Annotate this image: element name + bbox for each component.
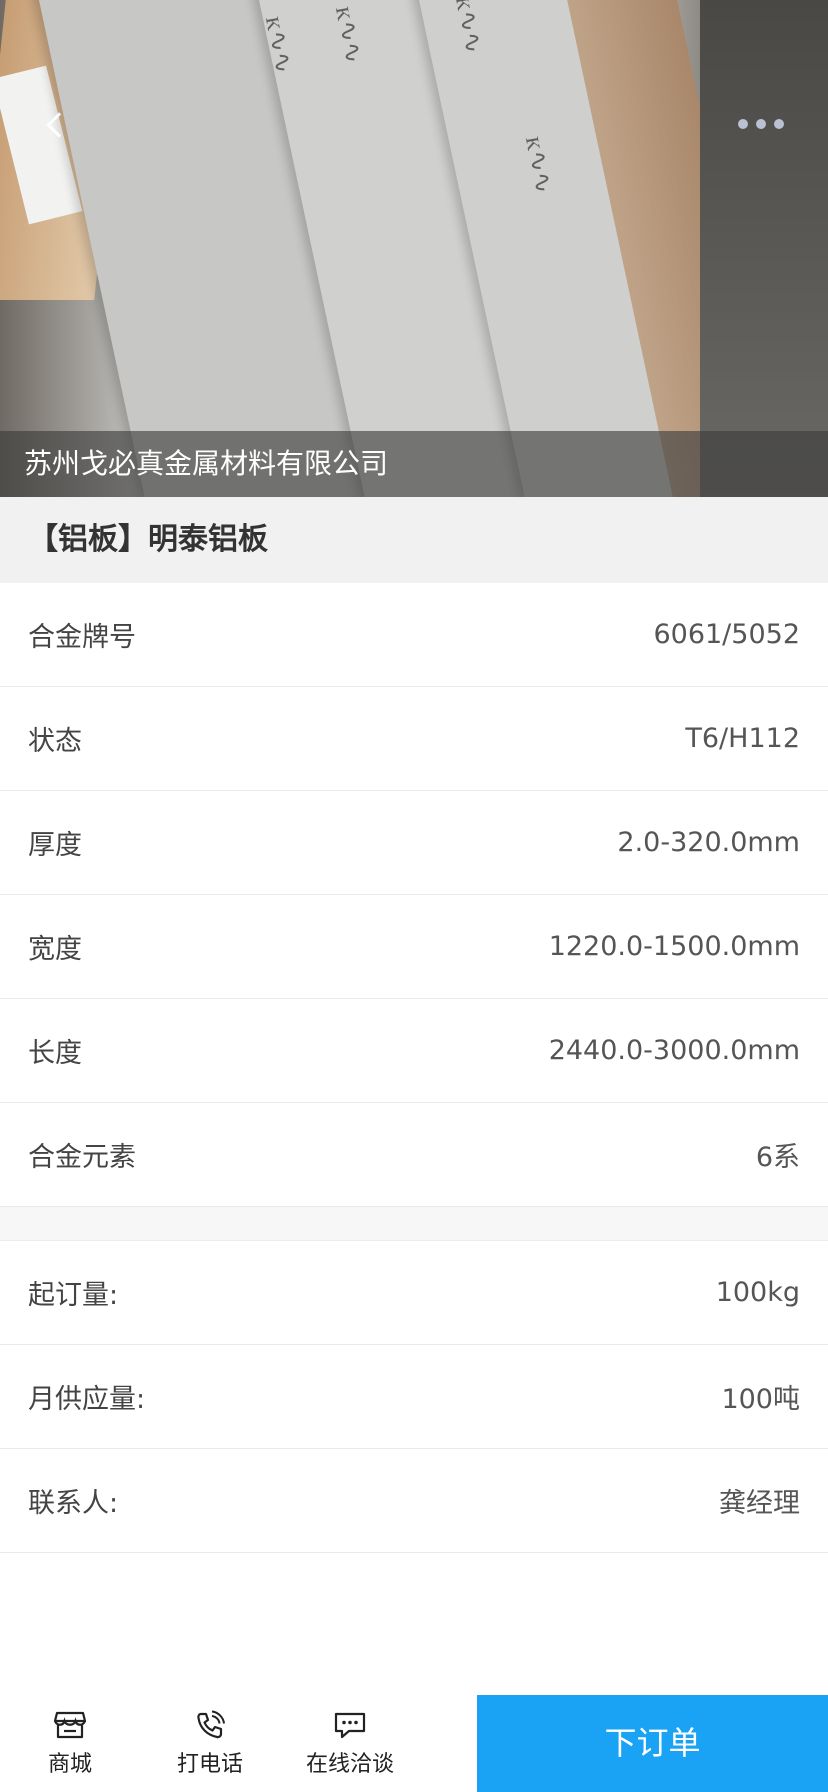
spec-label: 宽度 [28, 934, 82, 965]
bottom-action-bar: 商城 打电话 在线洽谈 下订单 [0, 1695, 828, 1792]
supply-row-min-order: 起订量: 100kg [0, 1241, 828, 1345]
product-image-carousel[interactable]: ᴋ∿∿ ᴋ∿∿ ᴋ∿∿ ᴋ∿∿ 苏州戈必真金属材料有限公司 [0, 0, 828, 497]
spec-value: 2.0-320.0mm [617, 827, 800, 858]
chevron-left-icon [46, 112, 72, 138]
supply-label: 起订量: [28, 1280, 119, 1311]
section-divider [0, 1207, 828, 1241]
tab-call[interactable]: 打电话 [140, 1695, 280, 1792]
supply-row-monthly-supply: 月供应量: 100吨 [0, 1345, 828, 1449]
more-dots-icon [774, 119, 784, 129]
supply-value: 龚经理 [719, 1488, 800, 1519]
floor-image [700, 0, 828, 497]
spec-row-width: 宽度 1220.0-1500.0mm [0, 895, 828, 999]
spec-value: 6061/5052 [653, 619, 800, 650]
tab-label: 打电话 [176, 1751, 243, 1777]
place-order-button[interactable]: 下订单 [477, 1695, 828, 1792]
supply-value: 100kg [715, 1277, 800, 1308]
supply-label: 联系人: [28, 1488, 119, 1519]
spec-value: 2440.0-3000.0mm [548, 1035, 800, 1066]
chat-icon [334, 1712, 366, 1738]
spec-value: 1220.0-1500.0mm [548, 931, 800, 962]
tab-label: 在线洽谈 [305, 1751, 394, 1777]
product-title: 【铝板】明泰铝板 [0, 497, 828, 583]
spec-value: 6系 [755, 1142, 800, 1173]
supply-info-list: 起订量: 100kg 月供应量: 100吨 联系人: 龚经理 [0, 1241, 828, 1553]
spec-label: 合金元素 [28, 1142, 136, 1173]
back-button[interactable] [36, 106, 76, 146]
spec-label: 状态 [28, 726, 82, 757]
spec-label: 厚度 [28, 830, 82, 861]
tab-online-chat[interactable]: 在线洽谈 [280, 1695, 420, 1792]
supply-value: 100吨 [721, 1384, 800, 1415]
spec-row-thickness: 厚度 2.0-320.0mm [0, 791, 828, 895]
spec-row-length: 长度 2440.0-3000.0mm [0, 999, 828, 1103]
spec-value: T6/H112 [685, 723, 800, 754]
supply-label: 月供应量: [28, 1384, 146, 1415]
tab-store[interactable]: 商城 [0, 1695, 140, 1792]
more-options-button[interactable] [738, 110, 794, 138]
company-name: 苏州戈必真金属材料有限公司 [0, 431, 828, 497]
spec-row-alloy-grade: 合金牌号 6061/5052 [0, 583, 828, 687]
spec-row-temper: 状态 T6/H112 [0, 687, 828, 791]
supply-row-contact: 联系人: 龚经理 [0, 1449, 828, 1553]
tab-label: 商城 [47, 1751, 92, 1777]
spec-label: 合金牌号 [28, 622, 136, 653]
spec-row-alloy-element: 合金元素 6系 [0, 1103, 828, 1207]
phone-icon [197, 1710, 225, 1738]
more-dots-icon [756, 119, 766, 129]
spec-label: 长度 [28, 1038, 82, 1069]
more-dots-icon [738, 119, 748, 129]
spec-list: 合金牌号 6061/5052 状态 T6/H112 厚度 2.0-320.0mm… [0, 583, 828, 1207]
store-icon [53, 1711, 87, 1738]
